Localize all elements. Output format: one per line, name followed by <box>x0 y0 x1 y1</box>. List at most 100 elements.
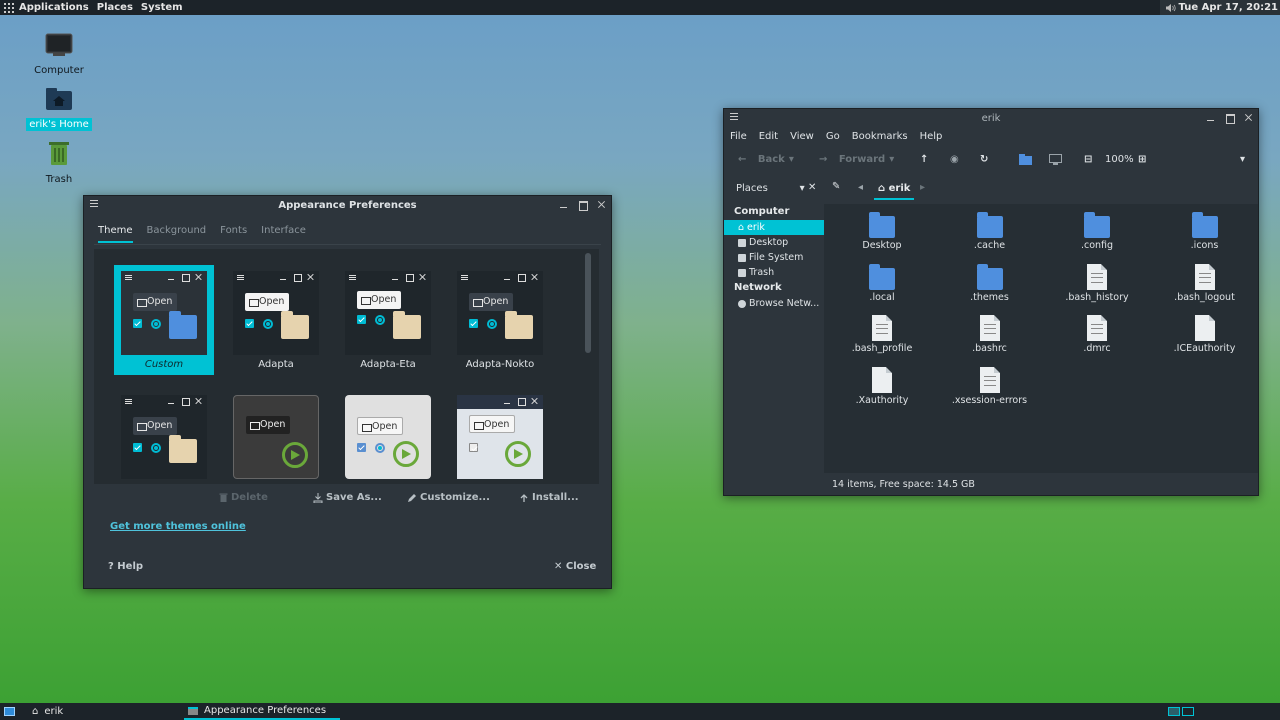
up-button[interactable]: ↑ <box>920 154 928 165</box>
computer-button[interactable] <box>1049 154 1062 165</box>
arrow-up-icon: ↑ <box>920 154 929 165</box>
install-button[interactable]: Install... <box>519 492 579 503</box>
zoom-out-button[interactable]: ⊟ <box>1084 154 1092 165</box>
home-button[interactable] <box>1019 154 1032 165</box>
zoom-in-button[interactable]: ⊞ <box>1138 154 1146 165</box>
file-name: .cache <box>973 240 1006 251</box>
save-as-button[interactable]: Save As... <box>313 492 382 503</box>
file-item[interactable]: .xsession-errors <box>942 366 1038 406</box>
menu-edit[interactable]: Edit <box>759 131 778 142</box>
theme-item-custom[interactable]: Open Custom <box>114 265 214 375</box>
close-button[interactable]: ✕ Close <box>554 561 596 572</box>
back-button[interactable]: ← Back ▾ <box>738 154 794 165</box>
save-icon <box>313 492 323 503</box>
folder-icon <box>976 263 1003 290</box>
tab-background[interactable]: Background <box>147 225 207 243</box>
document-icon <box>1087 263 1107 290</box>
tab-interface[interactable]: Interface <box>261 225 306 243</box>
minimize-icon[interactable] <box>1205 112 1216 123</box>
theme-item-adapta[interactable]: Open Adapta <box>226 265 326 375</box>
file-item[interactable]: .themes <box>942 263 1038 303</box>
location-bar: Places ▾ ✕ ✎ ◂ ⌂ erik ▸ <box>724 177 1258 201</box>
sidebar-item-file-system[interactable]: File System <box>724 250 824 265</box>
file-item[interactable]: .dmrc <box>1049 315 1145 354</box>
task-erik[interactable]: ⌂ erik <box>28 703 178 720</box>
maximize-icon[interactable] <box>1224 112 1235 124</box>
folder-icon <box>869 263 895 290</box>
file-item[interactable]: .icons <box>1157 212 1253 251</box>
menu-applications[interactable]: Applications <box>19 2 89 13</box>
menu-bookmarks[interactable]: Bookmarks <box>852 131 908 142</box>
maximize-icon[interactable] <box>577 199 588 211</box>
file-item[interactable]: .bash_history <box>1049 263 1145 303</box>
minimize-icon[interactable] <box>558 199 569 210</box>
window-titlebar[interactable]: Appearance Preferences <box>84 196 611 214</box>
file-item[interactable]: .Xauthority <box>834 366 930 406</box>
customize-button[interactable]: Customize... <box>407 492 490 503</box>
file-item[interactable]: .bashrc <box>942 315 1038 354</box>
close-sidebar-icon[interactable]: ✕ <box>808 182 816 193</box>
stop-button[interactable]: ◉ <box>950 154 959 165</box>
theme-item-adapta-nokto[interactable]: Open Adapta-Nokto <box>450 265 550 375</box>
places-selector[interactable]: Places ▾ <box>736 183 805 194</box>
forward-button[interactable]: → Forward ▾ <box>819 154 894 165</box>
file-item[interactable]: .config <box>1049 212 1145 251</box>
theme-item-row2-2[interactable]: Open <box>226 389 326 484</box>
sidebar-item-erik[interactable]: ⌂ erik <box>724 220 824 235</box>
desktop-icon-computer[interactable]: Computer <box>24 33 94 77</box>
workspace-1[interactable] <box>1168 707 1180 716</box>
network-icon <box>738 299 746 308</box>
menu-go[interactable]: Go <box>826 131 840 142</box>
help-button[interactable]: ? Help <box>108 561 143 572</box>
menu-file[interactable]: File <box>730 131 747 142</box>
file-item[interactable]: .cache <box>942 212 1038 251</box>
preview-open-button: Open <box>245 293 290 311</box>
reload-button[interactable]: ↻ <box>980 154 988 165</box>
sidebar-item-trash[interactable]: Trash <box>724 265 824 280</box>
volume-icon[interactable] <box>1165 3 1176 12</box>
theme-list-scrollbar[interactable] <box>585 253 591 353</box>
close-icon[interactable] <box>596 199 607 210</box>
show-desktop-icon[interactable] <box>4 707 15 716</box>
view-options-button[interactable]: ▾ <box>1240 154 1245 165</box>
edit-location-icon[interactable]: ✎ <box>832 181 840 192</box>
trash-icon <box>49 142 69 165</box>
menu-view[interactable]: View <box>790 131 814 142</box>
theme-item-adapta-eta[interactable]: Open Adapta-Eta <box>338 265 438 375</box>
file-item[interactable]: .ICEauthority <box>1157 315 1253 354</box>
delete-button[interactable]: Delete <box>219 492 268 503</box>
breadcrumb-prev-icon[interactable]: ◂ <box>858 182 863 193</box>
theme-preview: Open <box>121 271 207 355</box>
sidebar-item-browse-network[interactable]: Browse Netw... <box>724 296 824 311</box>
theme-name: Custom <box>144 359 184 370</box>
workspace-2[interactable] <box>1182 707 1194 716</box>
tab-theme[interactable]: Theme <box>98 225 133 243</box>
desktop-icon-home[interactable]: erik's Home <box>24 87 94 131</box>
menu-system[interactable]: System <box>141 2 183 13</box>
sidebar-item-desktop[interactable]: Desktop <box>724 235 824 250</box>
file-item[interactable]: .local <box>834 263 930 303</box>
apps-grid-icon[interactable] <box>4 2 14 13</box>
file-item[interactable]: Desktop <box>834 212 930 251</box>
clock[interactable]: Tue Apr 17, 20:21 <box>1179 2 1278 13</box>
theme-item-row2-3[interactable]: Open <box>338 389 438 484</box>
window-titlebar[interactable]: erik <box>724 109 1258 127</box>
menu-help[interactable]: Help <box>920 131 943 142</box>
breadcrumb-erik[interactable]: ⌂ erik <box>874 180 915 200</box>
desktop-icon <box>738 238 746 247</box>
theme-preview: Open <box>121 395 207 479</box>
menu-places[interactable]: Places <box>97 2 133 13</box>
chevron-down-icon: ▾ <box>788 154 794 165</box>
close-icon[interactable] <box>1243 112 1254 123</box>
task-appearance-preferences[interactable]: Appearance Preferences <box>184 703 340 720</box>
file-item[interactable]: .bash_logout <box>1157 263 1253 303</box>
theme-item-row2-1[interactable]: Open <box>114 389 214 484</box>
breadcrumb-next-icon[interactable]: ▸ <box>920 182 925 193</box>
theme-preview: Open <box>345 271 431 355</box>
file-item[interactable]: .bash_profile <box>834 315 930 354</box>
desktop-icon-label: erik's Home <box>26 118 92 131</box>
tab-fonts[interactable]: Fonts <box>220 225 247 243</box>
theme-item-row2-4[interactable]: Open <box>450 389 550 484</box>
get-more-themes-link[interactable]: Get more themes online <box>110 521 246 532</box>
desktop-icon-trash[interactable]: Trash <box>24 140 94 186</box>
